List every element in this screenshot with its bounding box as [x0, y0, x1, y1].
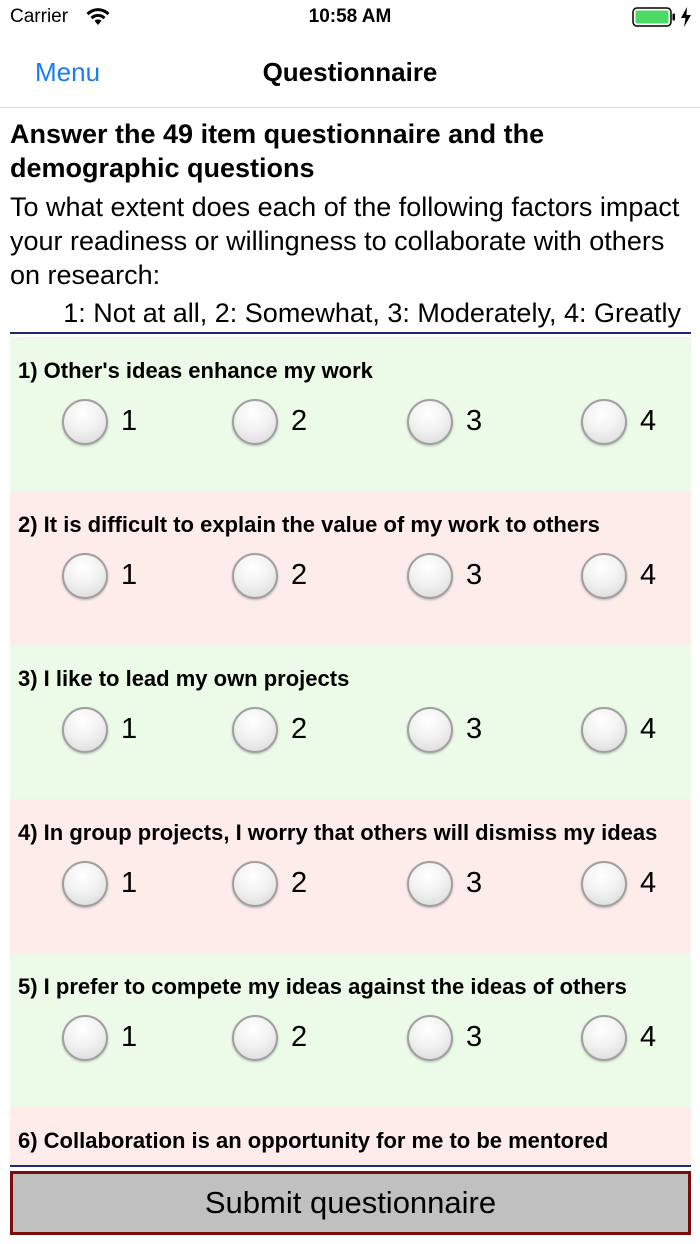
question-text: 5) I prefer to compete my ideas against …	[18, 974, 627, 999]
rating-option-label: 2	[291, 405, 308, 437]
rating-option-label: 2	[291, 713, 308, 745]
rating-option-label: 3	[466, 559, 483, 591]
question-item: 1) Other's ideas enhance my work 1 2 3 4	[10, 337, 691, 491]
radio-button[interactable]	[62, 861, 108, 907]
radio-button[interactable]	[407, 399, 453, 445]
rating-option-2[interactable]: 2	[232, 861, 342, 909]
rating-option-3[interactable]: 3	[407, 553, 517, 601]
radio-button[interactable]	[581, 707, 627, 753]
question-text: 1) Other's ideas enhance my work	[18, 358, 373, 383]
rating-options: 1 2 3 4	[18, 539, 691, 645]
rating-option-label: 3	[466, 713, 483, 745]
rating-option-label: 4	[640, 559, 657, 591]
question-item: 4) In group projects, I worry that other…	[10, 799, 691, 953]
battery-icon	[632, 7, 675, 27]
question-item: 2) It is difficult to explain the value …	[10, 491, 691, 645]
instructions-text: To what extent does each of the followin…	[10, 192, 680, 290]
radio-button[interactable]	[62, 1015, 108, 1061]
rating-option-1[interactable]: 1	[62, 1015, 172, 1063]
radio-button[interactable]	[232, 399, 278, 445]
rating-option-2[interactable]: 2	[232, 707, 342, 755]
rating-option-3[interactable]: 3	[407, 707, 517, 755]
question-item: 5) I prefer to compete my ideas against …	[10, 953, 691, 1107]
question-item: 6) Collaboration is an opportunity for m…	[10, 1107, 691, 1165]
radio-button[interactable]	[407, 707, 453, 753]
rating-option-4[interactable]: 4	[581, 553, 691, 601]
radio-button[interactable]	[62, 707, 108, 753]
rating-options: 1234	[18, 1155, 691, 1165]
rating-option-label: 2	[291, 867, 308, 899]
rating-option-1[interactable]: 1	[62, 399, 172, 447]
rating-option-label: 4	[640, 713, 657, 745]
rating-option-label: 3	[466, 1021, 483, 1053]
rating-option-label: 2	[291, 559, 308, 591]
rating-options: 1 2 3 4	[18, 1001, 691, 1107]
question-list[interactable]: 1) Other's ideas enhance my work 1 2 3 4 2) I…	[10, 337, 691, 1165]
radio-button[interactable]	[407, 553, 453, 599]
navigation-bar: Menu Questionnaire	[0, 38, 700, 108]
rating-option-label: 1	[121, 559, 138, 591]
submit-questionnaire-button[interactable]: Submit questionnaire	[10, 1171, 691, 1235]
rating-option-2[interactable]: 2	[232, 1015, 342, 1063]
rating-option-label: 1	[121, 867, 138, 899]
rating-option-label: 1	[121, 405, 138, 437]
rating-option-4[interactable]: 4	[581, 399, 691, 447]
status-bar: Carrier 10:58 AM	[0, 0, 700, 38]
rating-options: 1 2 3 4	[18, 385, 691, 491]
radio-button[interactable]	[581, 1015, 627, 1061]
rating-option-2[interactable]: 2	[232, 399, 342, 447]
radio-button[interactable]	[62, 399, 108, 445]
rating-option-1[interactable]: 1	[62, 553, 172, 601]
radio-button[interactable]	[407, 861, 453, 907]
rating-option-label: 3	[466, 405, 483, 437]
rating-option-1[interactable]: 1	[62, 861, 172, 909]
question-text: 2) It is difficult to explain the value …	[18, 512, 600, 537]
radio-button[interactable]	[62, 553, 108, 599]
rating-option-label: 4	[640, 1021, 657, 1053]
radio-button[interactable]	[407, 1015, 453, 1061]
rating-option-3[interactable]: 3	[407, 399, 517, 447]
question-text: 4) In group projects, I worry that other…	[18, 820, 658, 845]
rating-option-label: 3	[466, 867, 483, 899]
rating-scale-legend: 1: Not at all, 2: Somewhat, 3: Moderatel…	[10, 296, 691, 334]
charging-bolt-icon	[681, 7, 691, 27]
rating-option-2[interactable]: 2	[232, 553, 342, 601]
rating-option-label: 2	[291, 1021, 308, 1053]
rating-option-label: 4	[640, 867, 657, 899]
question-item: 3) I like to lead my own projects 1 2 3 4	[10, 645, 691, 799]
rating-option-3[interactable]: 3	[407, 1015, 517, 1063]
rating-option-4[interactable]: 4	[581, 861, 691, 909]
rating-option-1[interactable]: 1	[62, 707, 172, 755]
radio-button[interactable]	[232, 553, 278, 599]
radio-button[interactable]	[232, 861, 278, 907]
rating-option-label: 4	[640, 405, 657, 437]
rating-options: 1 2 3 4	[18, 693, 691, 799]
radio-button[interactable]	[581, 399, 627, 445]
radio-button[interactable]	[581, 861, 627, 907]
question-text: 6) Collaboration is an opportunity for m…	[18, 1128, 609, 1153]
question-text: 3) I like to lead my own projects	[18, 666, 350, 691]
rating-option-label: 1	[121, 713, 138, 745]
rating-option-3[interactable]: 3	[407, 861, 517, 909]
list-divider	[10, 1165, 691, 1167]
rating-option-4[interactable]: 4	[581, 707, 691, 755]
page-title: Questionnaire	[262, 57, 438, 87]
instructions-heading: Answer the 49 item questionnaire and the…	[10, 119, 545, 183]
rating-options: 1 2 3 4	[18, 847, 691, 953]
radio-button[interactable]	[581, 553, 627, 599]
rating-option-label: 1	[121, 1021, 138, 1053]
rating-option-4[interactable]: 4	[581, 1015, 691, 1063]
radio-button[interactable]	[232, 1015, 278, 1061]
radio-button[interactable]	[232, 707, 278, 753]
status-time: 10:58 AM	[308, 6, 392, 27]
